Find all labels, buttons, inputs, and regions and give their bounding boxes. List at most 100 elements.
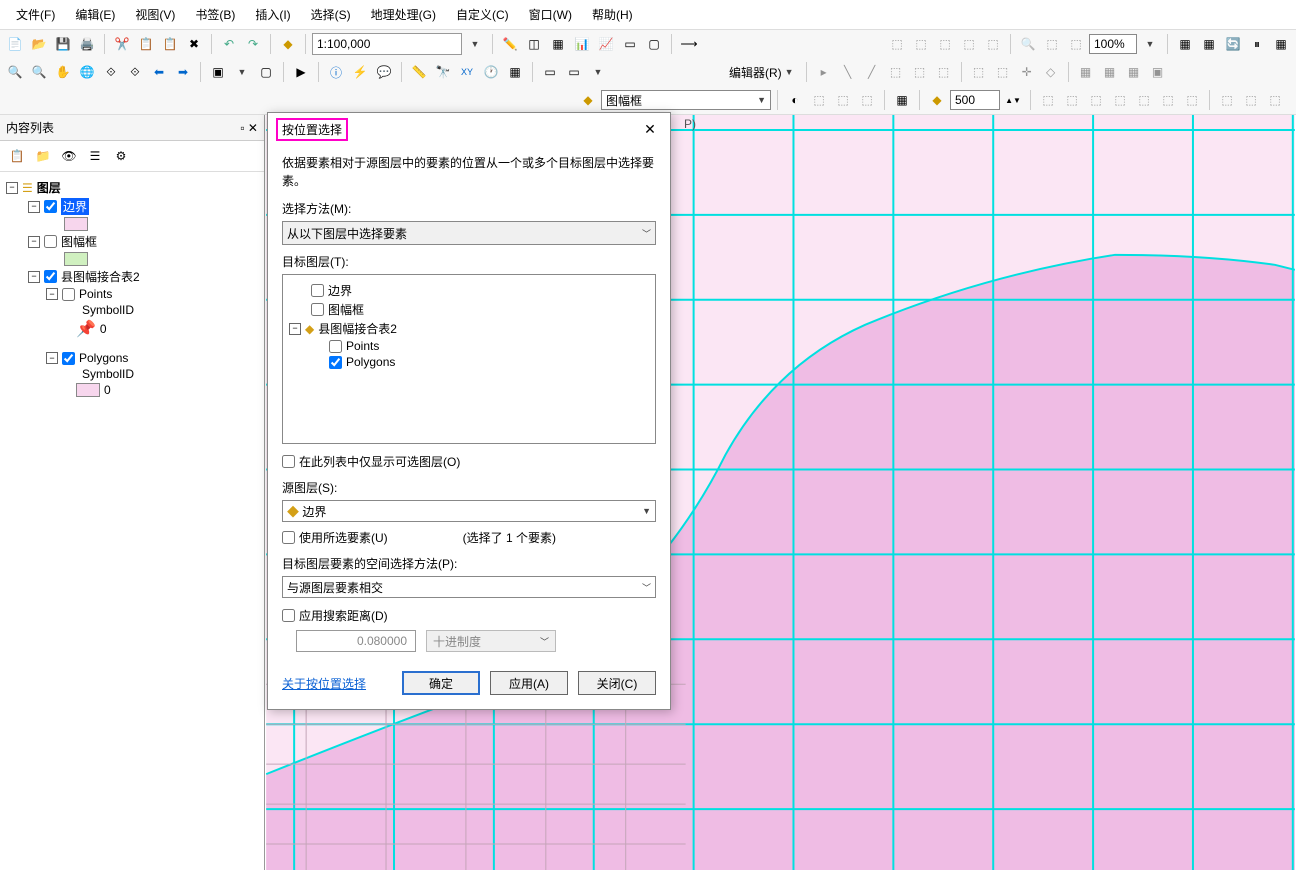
list-by-visibility-icon[interactable]: 👁	[58, 145, 80, 167]
pushpin-icon[interactable]: 📌	[76, 319, 96, 339]
target-item[interactable]: Points	[346, 339, 379, 353]
menu-geoprocessing[interactable]: 地理处理(G)	[361, 4, 446, 25]
dropdown-icon[interactable]: ▼	[231, 61, 253, 83]
layout-icon[interactable]: ▭	[619, 33, 641, 55]
add-data-icon[interactable]: ◆	[277, 33, 299, 55]
zoom-pct-input[interactable]	[1089, 34, 1137, 54]
use-selected-checkbox[interactable]	[282, 531, 295, 544]
redo-icon[interactable]: ↷	[242, 33, 264, 55]
next-extent-icon[interactable]: ➡	[172, 61, 194, 83]
identify-icon[interactable]: ⓘ	[325, 61, 347, 83]
target-checkbox[interactable]	[311, 284, 324, 297]
target-checkbox[interactable]	[329, 340, 342, 353]
layer-county-label[interactable]: 县图幅接合表2	[61, 268, 140, 285]
hyperlink-icon[interactable]: ⚡	[349, 61, 371, 83]
layer-icon[interactable]: ◆	[577, 89, 599, 111]
graph-icon[interactable]: 📈	[595, 33, 617, 55]
contrast-icon[interactable]: ◐	[784, 89, 806, 111]
list-by-drawing-icon[interactable]: 📋	[6, 145, 28, 167]
source-select[interactable]: ◆ 边界 ▼	[282, 500, 656, 522]
layout-view-icon[interactable]: ▦	[1198, 33, 1220, 55]
ok-button[interactable]: 确定	[402, 671, 480, 695]
clear-selection-icon[interactable]: ▢	[255, 61, 277, 83]
target-item[interactable]: 县图幅接合表2	[318, 320, 397, 337]
close-button[interactable]: 关闭(C)	[578, 671, 656, 695]
expander-icon[interactable]: −	[6, 182, 18, 194]
symbol-swatch[interactable]	[64, 217, 88, 231]
scale-input[interactable]	[312, 33, 462, 55]
menu-selection[interactable]: 选择(S)	[301, 4, 361, 25]
full-extent-icon[interactable]: 🌐	[76, 61, 98, 83]
menu-help[interactable]: 帮助(H)	[582, 4, 643, 25]
zoom-out-icon[interactable]: 🔍	[28, 61, 50, 83]
editor-toolbar-icon[interactable]: ✏️	[499, 33, 521, 55]
magnifier-icon[interactable]: ▭	[563, 61, 585, 83]
georef-icon[interactable]: ◫	[523, 33, 545, 55]
pointer-icon[interactable]: ▶	[290, 61, 312, 83]
dropdown-icon[interactable]: ▼	[1139, 33, 1161, 55]
menu-window[interactable]: 窗口(W)	[519, 4, 582, 25]
select-features-icon[interactable]: ▣	[207, 61, 229, 83]
expander-icon[interactable]: −	[28, 236, 40, 248]
model-icon[interactable]: ⟶	[678, 33, 700, 55]
layer-visibility-checkbox[interactable]	[62, 352, 75, 365]
apply-button[interactable]: 应用(A)	[490, 671, 568, 695]
about-link[interactable]: 关于按位置选择	[282, 675, 366, 692]
layer-visibility-checkbox[interactable]	[44, 270, 57, 283]
save-icon[interactable]: 💾	[52, 33, 74, 55]
data-view-icon[interactable]: ▦	[1174, 33, 1196, 55]
goto-xy-icon[interactable]: XY	[456, 61, 478, 83]
layer-visibility-checkbox[interactable]	[44, 235, 57, 248]
zoom-in-icon[interactable]: 🔍	[4, 61, 26, 83]
menu-bookmarks[interactable]: 书签(B)	[185, 4, 245, 25]
expander-icon[interactable]: −	[289, 323, 301, 335]
cut-icon[interactable]: ✂️	[111, 33, 133, 55]
open-icon[interactable]: 📂	[28, 33, 50, 55]
dropdown-icon[interactable]: ▼	[587, 61, 609, 83]
layer-polygons-label[interactable]: Polygons	[79, 351, 128, 365]
layer-visibility-checkbox[interactable]	[44, 200, 57, 213]
options-icon[interactable]: ⚙	[110, 145, 132, 167]
target-layer-list[interactable]: 边界 图幅框 − ◆ 县图幅接合表2 Points Polygons	[282, 274, 656, 444]
viewer-icon[interactable]: ▦	[504, 61, 526, 83]
fixed-zoom-out-icon[interactable]: ⟐	[124, 61, 146, 83]
measure-icon[interactable]: 📏	[408, 61, 430, 83]
time-slider-icon[interactable]: 🕐	[480, 61, 502, 83]
refresh-icon[interactable]: 🔄	[1222, 33, 1244, 55]
delete-icon[interactable]: ✖	[183, 33, 205, 55]
list-by-source-icon[interactable]: 📁	[32, 145, 54, 167]
method-select[interactable]: 从以下图层中选择要素﹀	[282, 221, 656, 245]
spatial-method-select[interactable]: 与源图层要素相交﹀	[282, 576, 656, 598]
target-item[interactable]: 边界	[328, 282, 352, 299]
toc-pin-icon[interactable]: ▫ ✕	[240, 121, 258, 135]
dropdown-icon[interactable]: ▼	[464, 33, 486, 55]
buffer-dist-input[interactable]	[950, 90, 1000, 110]
menu-customize[interactable]: 自定义(C)	[446, 4, 519, 25]
prev-extent-icon[interactable]: ⬅	[148, 61, 170, 83]
target-item[interactable]: 图幅框	[328, 301, 364, 318]
new-icon[interactable]: 📄	[4, 33, 26, 55]
menu-file[interactable]: 文件(F)	[6, 4, 65, 25]
chart-icon[interactable]: 📊	[571, 33, 593, 55]
target-checkbox[interactable]	[311, 303, 324, 316]
paste-icon[interactable]: 📋	[159, 33, 181, 55]
menu-insert[interactable]: 插入(I)	[245, 4, 300, 25]
expander-icon[interactable]: −	[46, 352, 58, 364]
expander-icon[interactable]: −	[28, 271, 40, 283]
close-icon[interactable]: ✕	[638, 119, 662, 141]
layer-points-label[interactable]: Points	[79, 287, 112, 301]
editor-dropdown[interactable]: 编辑器(R) ▼	[723, 64, 800, 81]
search-distance-checkbox[interactable]	[282, 609, 295, 622]
layer-visibility-checkbox[interactable]	[62, 288, 75, 301]
window-icon[interactable]: ▢	[643, 33, 665, 55]
html-popup-icon[interactable]: 💬	[373, 61, 395, 83]
layer-combo[interactable]: 图幅框▼	[601, 90, 771, 110]
undo-icon[interactable]: ↶	[218, 33, 240, 55]
buffer-icon[interactable]: ◆	[926, 89, 948, 111]
copy-icon[interactable]: 📋	[135, 33, 157, 55]
stepper-icon[interactable]: ▲▼	[1002, 89, 1024, 111]
find-icon[interactable]: 🔭	[432, 61, 454, 83]
cluster-icon[interactable]: ▦	[891, 89, 913, 111]
symbol-swatch[interactable]	[76, 383, 100, 397]
menu-view[interactable]: 视图(V)	[125, 4, 185, 25]
